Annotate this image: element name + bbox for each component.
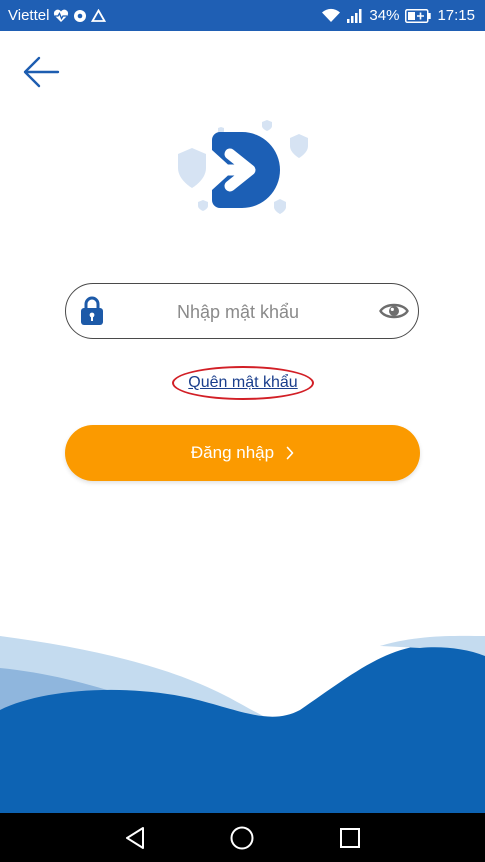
browser-icon: [73, 9, 87, 23]
status-left: Viettel: [8, 0, 107, 31]
show-password-eye-icon[interactable]: [379, 299, 409, 323]
drive-icon: [91, 8, 107, 23]
signal-icon: [347, 8, 363, 23]
back-button[interactable]: [22, 53, 60, 91]
status-right: 34% 17:15: [315, 0, 475, 31]
battery-charging-icon: [405, 8, 432, 23]
password-input[interactable]: [116, 292, 360, 332]
home-circle-icon: [230, 826, 254, 850]
app-logo: [172, 118, 312, 218]
nav-recents-button[interactable]: [337, 825, 363, 851]
arrow-left-icon: [23, 56, 60, 88]
back-triangle-icon: [126, 827, 144, 849]
nav-home-button[interactable]: [229, 825, 255, 851]
lock-icon: [80, 296, 104, 326]
chevron-right-icon: [286, 446, 294, 460]
forgot-password-label: Quên mật khẩu: [188, 374, 298, 391]
battery-percent: 34%: [369, 7, 400, 24]
heart-pulse-icon: [53, 9, 69, 23]
carrier-name: Viettel: [8, 7, 50, 24]
password-field: [65, 283, 419, 339]
wifi-icon: [321, 8, 341, 23]
login-button[interactable]: Đăng nhập: [65, 425, 420, 481]
decorative-waves: [0, 628, 485, 813]
login-button-label: Đăng nhập: [190, 443, 275, 462]
clock: 17:15: [437, 7, 475, 24]
recents-square-icon: [340, 828, 360, 848]
status-bar: Viettel 34% 17:15: [0, 0, 485, 31]
navigation-bar: [0, 813, 485, 862]
forgot-password-link[interactable]: Quên mật khẩu: [172, 366, 314, 400]
nav-back-button[interactable]: [123, 825, 149, 851]
